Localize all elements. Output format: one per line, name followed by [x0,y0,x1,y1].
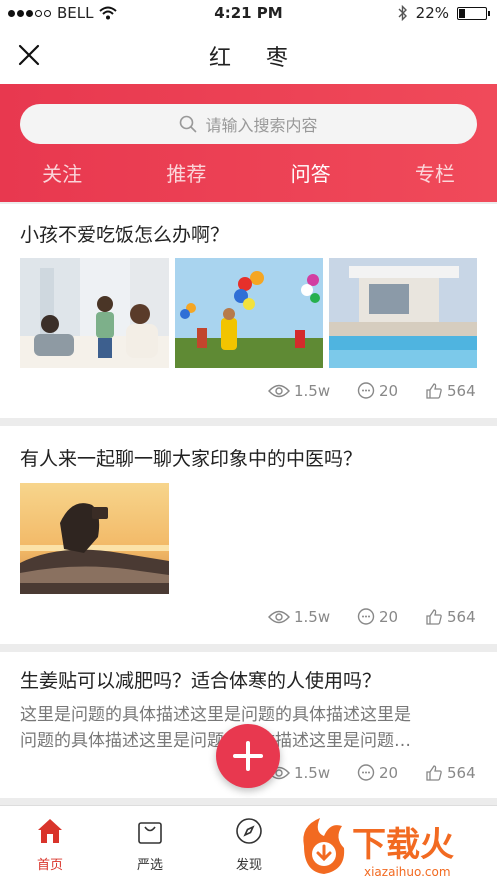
thumbs-up-icon [426,609,442,625]
question-title: 生姜贴可以减肥吗？适合体寒的人使用吗？ [20,670,382,692]
comment-count-value: 20 [379,608,399,626]
tab-follow[interactable]: 关注 [0,156,124,192]
family-photo [20,258,169,368]
comment-icon [357,382,375,399]
like-count-value: 564 [447,382,476,400]
home-icon [38,819,62,843]
status-bar: BELL 4:21 PM 22% [0,0,497,28]
thumbs-up-icon [426,383,442,399]
search-icon [180,115,197,133]
view-count-value: 1.5w [294,382,331,400]
shopping-bag-icon [138,822,162,844]
svg-text:xiazaihuo.com: xiazaihuo.com [364,865,451,879]
eye-icon [268,384,290,398]
tabbar-item-discover[interactable]: 发现 [219,816,279,873]
battery-percent: 22% [415,4,449,22]
view-count-value: 1.5w [294,608,331,626]
tabbar-label: 首页 [36,858,63,873]
like-count[interactable]: 564 [425,382,476,400]
question-title: 有人来一起聊一聊大家印象中的中医吗？ [20,448,363,470]
add-question-button[interactable] [216,724,280,788]
question-card[interactable]: 小孩不爱吃饭怎么办啊？ 1.5w 20 564 [0,204,497,418]
villa-photo [329,258,477,368]
like-count-value: 564 [447,764,476,782]
comment-count[interactable]: 20 [357,764,398,782]
question-title: 小孩不爱吃饭怎么办啊？ [20,224,230,246]
comment-count-value: 20 [379,764,399,782]
like-count-value: 564 [447,608,476,626]
comment-count[interactable]: 20 [357,608,398,626]
status-right: 22% [398,4,490,22]
tab-qa[interactable]: 问答 [249,156,373,192]
nav-bar: 红 枣 [0,28,497,84]
eye-icon [268,610,290,624]
compass-icon [236,818,262,844]
search-placeholder: 请输入搜索内容 [205,116,318,135]
watermark-logo: 下载火 xiazaihuo.com [290,812,497,883]
tabbar-item-select[interactable]: 严选 [120,816,180,873]
svg-text:下载火: 下载火 [352,825,454,865]
like-count[interactable]: 564 [425,764,476,782]
comment-icon [357,608,375,625]
search-input[interactable]: 请输入搜索内容 [20,104,477,144]
battery-icon [457,6,490,20]
comment-count[interactable]: 20 [357,382,398,400]
view-count-value: 1.5w [294,764,331,782]
sunset-photo [20,483,169,594]
comment-icon [357,764,375,781]
tab-bar: 关注 推荐 问答 专栏 [0,156,497,192]
tabbar-label: 严选 [136,858,163,873]
question-card[interactable]: 有人来一起聊一聊大家印象中的中医吗？ 1.5w 20 564 [0,426,497,644]
tab-column[interactable]: 专栏 [373,156,497,192]
page-title: 红 枣 [209,46,302,71]
balloons-photo [175,258,323,368]
view-count: 1.5w [268,382,330,400]
header-banner: 请输入搜索内容 关注 推荐 问答 专栏 [0,84,497,202]
bluetooth-icon [398,5,407,21]
like-count[interactable]: 564 [425,608,476,626]
tab-recommend[interactable]: 推荐 [124,156,248,192]
thumbs-up-icon [426,765,442,781]
tabbar-label: 发现 [235,858,262,873]
tabbar-item-home[interactable]: 首页 [20,816,80,873]
comment-count-value: 20 [379,382,399,400]
view-count: 1.5w [268,608,330,626]
